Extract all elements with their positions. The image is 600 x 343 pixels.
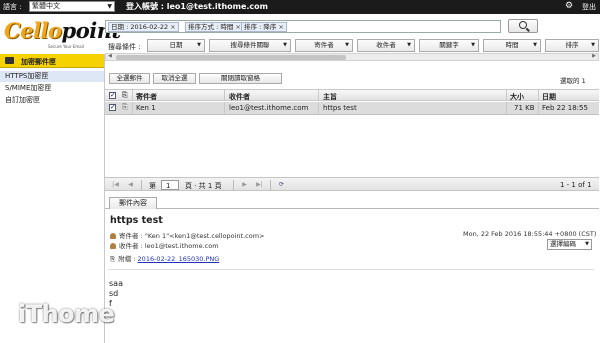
scrollbar-thumb[interactable] bbox=[116, 55, 346, 60]
mail-to-line: 收件者 : leo1@test.ithome.com bbox=[110, 240, 219, 250]
filter-chip-sort-by[interactable]: 排序方式 : 時間 × bbox=[185, 22, 244, 32]
last-page-icon[interactable]: ▶| bbox=[254, 180, 265, 189]
selected-count: 選取的 1 bbox=[560, 77, 586, 85]
row-to: leo1@test.ithome.com bbox=[229, 104, 309, 112]
mail-body-line: sd bbox=[109, 289, 119, 298]
criteria-label: 搜尋條件 : bbox=[108, 43, 141, 51]
logout-link[interactable]: 登出 bbox=[582, 2, 596, 12]
sidebar-header-label: 加密郵件匣 bbox=[21, 58, 56, 66]
criteria-keyword[interactable]: 關鍵字 ▼ bbox=[419, 39, 479, 52]
horizontal-scrollbar[interactable]: ◀ ▶ bbox=[105, 53, 599, 61]
close-icon[interactable]: × bbox=[170, 23, 175, 31]
pager-summary: 1 - 1 of 1 bbox=[560, 181, 592, 189]
ithome-watermark: iThome bbox=[18, 300, 115, 328]
search-button[interactable] bbox=[508, 19, 538, 33]
attachment-icon: ⎘ bbox=[122, 103, 128, 111]
column-header-subject[interactable]: 主旨 bbox=[323, 92, 337, 102]
attachment-icon: ⎘ bbox=[110, 255, 116, 263]
user-icon bbox=[110, 243, 116, 249]
mail-attachment-line: ⎘ 附檔 : 2016-02-22_165030.PNG bbox=[110, 255, 220, 263]
page-total: 頁 ‧ 共 1 頁 bbox=[185, 182, 222, 190]
criteria-time[interactable]: 時間 ▼ bbox=[483, 39, 541, 52]
page-number-input[interactable]: 1 bbox=[161, 180, 179, 190]
language-select[interactable]: 繁體中文 ▼ bbox=[29, 1, 115, 12]
mail-from-line: 寄件者 : "Ken 1"<ken1@test.cellopoint.com> bbox=[110, 230, 265, 240]
content-tab-bar: 郵件內容 bbox=[105, 195, 599, 209]
filter-chip-date[interactable]: 日期 : 2016-02-22 × bbox=[108, 22, 179, 32]
close-reading-pane-button[interactable]: 關閉讀取窗格 bbox=[199, 73, 282, 84]
language-label: 語言 : bbox=[3, 3, 22, 11]
mail-subject: https test bbox=[110, 215, 163, 226]
row-from: Ken 1 bbox=[136, 104, 156, 112]
row-checkbox[interactable] bbox=[109, 103, 116, 111]
refresh-icon[interactable]: ⟳ bbox=[276, 180, 287, 189]
column-header-from[interactable]: 寄件者 bbox=[136, 92, 157, 102]
chevron-down-icon: ▼ bbox=[407, 42, 411, 48]
chevron-down-icon: ▼ bbox=[283, 42, 287, 48]
table-header: ⎘ 寄件者 收件者 主旨 大小 日期 bbox=[105, 89, 599, 101]
table-empty-area bbox=[105, 115, 599, 175]
column-header-date[interactable]: 日期 bbox=[542, 92, 556, 102]
chevron-down-icon: ▼ bbox=[197, 42, 201, 48]
criteria-date[interactable]: 日期 ▼ bbox=[147, 39, 205, 52]
criteria-sender[interactable]: 寄件者 ▼ bbox=[295, 39, 353, 52]
attachment-icon: ⎘ bbox=[122, 91, 128, 99]
inbox-icon bbox=[5, 57, 14, 64]
attachment-link[interactable]: 2016-02-22_165030.PNG bbox=[138, 255, 220, 263]
mail-date: Mon, 22 Feb 2016 18:55:44 +0800 (CST) bbox=[463, 230, 597, 238]
prev-page-icon[interactable]: ◀ bbox=[125, 180, 136, 189]
sidebar-item-smime[interactable]: S/MIME加密匣 bbox=[0, 83, 104, 94]
pagination-bar: |◀ ◀ 第 1 頁 ‧ 共 1 頁 ▶ ▶| ⟳ 1 - 1 of 1 bbox=[105, 177, 599, 191]
criteria-sort[interactable]: 排序 ▼ bbox=[545, 39, 599, 52]
criteria-recipient[interactable]: 收件者 ▼ bbox=[357, 39, 415, 52]
user-icon bbox=[110, 233, 116, 239]
account-label: 登入帳號 : leo1@test.ithome.com bbox=[126, 2, 269, 11]
filter-chip-sort-order[interactable]: 排序 : 降序 × bbox=[241, 22, 287, 32]
mail-body-line: saa bbox=[109, 279, 123, 288]
first-page-icon[interactable]: |◀ bbox=[110, 180, 121, 189]
next-page-icon[interactable]: ▶ bbox=[239, 180, 250, 189]
sidebar-header-encrypted-mailbox[interactable]: 加密郵件匣 bbox=[0, 54, 104, 68]
column-header-to[interactable]: 收件者 bbox=[229, 92, 250, 102]
close-icon[interactable]: × bbox=[235, 23, 240, 31]
criteria-relation[interactable]: 搜尋條件關聯 ▼ bbox=[209, 39, 291, 52]
select-all-checkbox[interactable] bbox=[109, 91, 116, 99]
encoding-select[interactable]: 選擇編碼 ▼ bbox=[547, 239, 592, 250]
chevron-down-icon: ▼ bbox=[533, 42, 537, 48]
scroll-right-icon: ▶ bbox=[592, 53, 596, 59]
top-bar: 語言 : 繁體中文 ▼ 登入帳號 : leo1@test.ithome.com … bbox=[0, 0, 600, 14]
tab-mail-content[interactable]: 郵件內容 bbox=[109, 197, 157, 209]
chevron-down-icon: ▼ bbox=[591, 42, 595, 48]
chevron-down-icon: ▼ bbox=[345, 42, 349, 48]
mail-divider bbox=[108, 269, 594, 270]
chevron-down-icon: ▼ bbox=[585, 241, 589, 247]
page-label: 第 bbox=[149, 182, 156, 190]
search-icon bbox=[519, 21, 527, 29]
table-row[interactable]: ⎘ Ken 1 leo1@test.ithome.com https test … bbox=[105, 102, 599, 115]
row-date: Feb 22 18:55 bbox=[542, 104, 588, 112]
sidebar-item-custom[interactable]: 自訂加密匣 bbox=[0, 95, 104, 106]
row-size: 71 KB bbox=[514, 104, 535, 112]
scroll-left-icon: ◀ bbox=[108, 53, 112, 59]
chevron-down-icon: ▼ bbox=[107, 3, 112, 10]
sidebar-item-https[interactable]: HTTPS加密匣 bbox=[0, 71, 104, 82]
chevron-down-icon: ▼ bbox=[471, 42, 475, 48]
language-select-value: 繁體中文 bbox=[32, 2, 60, 10]
select-all-button[interactable]: 全選郵件 bbox=[109, 73, 150, 84]
close-icon[interactable]: × bbox=[278, 23, 283, 31]
search-input[interactable]: 日期 : 2016-02-22 × 排序方式 : 時間 × 排序 : 降序 × bbox=[105, 20, 501, 33]
deselect-all-button[interactable]: 取消全選 bbox=[153, 73, 196, 84]
column-header-size[interactable]: 大小 bbox=[510, 92, 524, 102]
gear-icon[interactable]: ⚙ bbox=[565, 1, 573, 11]
row-subject: https test bbox=[323, 104, 357, 112]
cellopoint-logo: Cellopoint Secure Your Email bbox=[4, 18, 121, 49]
